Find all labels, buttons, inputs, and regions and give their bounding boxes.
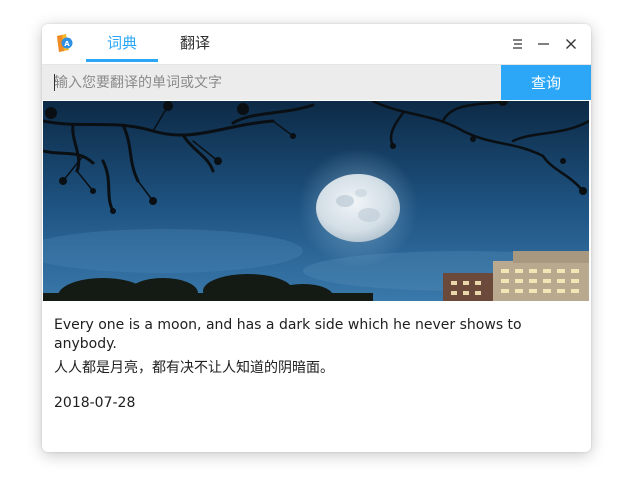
title-bar: A 词典 翻译 bbox=[42, 24, 591, 65]
search-button[interactable]: 查询 bbox=[501, 65, 591, 100]
hamburger-icon[interactable] bbox=[508, 34, 528, 54]
daily-sentence: Every one is a moon, and has a dark side… bbox=[42, 301, 591, 411]
close-icon[interactable] bbox=[561, 34, 581, 54]
svg-text:A: A bbox=[64, 40, 70, 48]
minimize-icon[interactable] bbox=[534, 34, 554, 54]
search-input[interactable] bbox=[42, 65, 501, 100]
daily-image bbox=[43, 101, 589, 301]
text-caret bbox=[54, 74, 55, 91]
chinese-sentence: 人人都是月亮，都有决不让人知道的阴暗面。 bbox=[54, 360, 334, 376]
english-sentence: Every one is a moon, and has a dark side… bbox=[54, 317, 522, 352]
app-logo-icon: A bbox=[54, 33, 74, 53]
tab-dictionary[interactable]: 词典 bbox=[86, 24, 158, 62]
search-bar: 查询 bbox=[42, 65, 591, 100]
tab-translate[interactable]: 翻译 bbox=[162, 24, 228, 62]
sentence-date: 2018-07-28 bbox=[54, 395, 136, 411]
moon-night-image bbox=[43, 101, 589, 301]
dictionary-window: A 词典 翻译 查询 bbox=[42, 24, 591, 452]
